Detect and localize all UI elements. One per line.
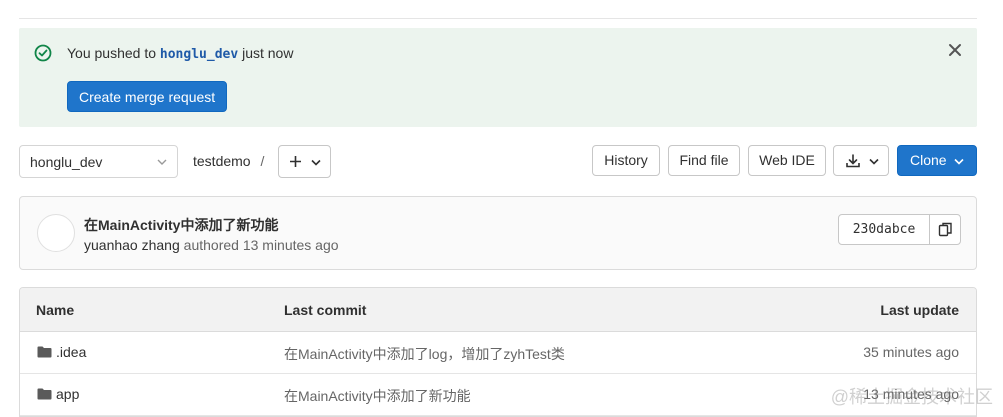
- plus-icon: [290, 156, 301, 167]
- column-last-update: Last update: [880, 302, 959, 318]
- commit-time: authored 13 minutes ago: [179, 237, 339, 253]
- commit-sha[interactable]: 230dabce: [838, 214, 930, 245]
- commit-message[interactable]: 在MainActivity中添加了新功能: [284, 386, 471, 406]
- create-merge-request-button[interactable]: Create merge request: [67, 81, 228, 112]
- top-divider: [19, 0, 977, 19]
- check-circle-icon: [34, 44, 52, 62]
- commit-meta: yuanhao zhang authored 13 minutes ago: [84, 237, 339, 253]
- folder-icon: [37, 346, 52, 358]
- breadcrumb: testdemo /: [193, 153, 264, 169]
- add-dropdown-button[interactable]: [278, 145, 331, 178]
- clone-label: Clone: [910, 152, 947, 168]
- commit-author[interactable]: yuanhao zhang: [84, 237, 180, 253]
- watermark: @稀土掘金技术社区: [830, 387, 993, 407]
- alert-branch-link[interactable]: honglu_dev: [160, 47, 238, 62]
- table-row[interactable]: .idea 在MainActivity中添加了log，增加了zyhTest类 3…: [20, 332, 976, 374]
- web-ide-button[interactable]: Web IDE: [748, 145, 826, 176]
- alert-prefix: You pushed to: [67, 45, 160, 61]
- breadcrumb-project[interactable]: testdemo: [193, 153, 251, 169]
- file-name[interactable]: .idea: [56, 344, 86, 360]
- commit-message[interactable]: 在MainActivity中添加了log，增加了zyhTest类: [284, 344, 565, 364]
- chevron-down-icon: [311, 159, 321, 166]
- copy-sha-button[interactable]: [929, 214, 961, 245]
- push-alert: You pushed to honglu_dev just now Create…: [19, 28, 977, 127]
- download-dropdown-button[interactable]: [833, 145, 889, 176]
- last-update: 35 minutes ago: [863, 344, 959, 360]
- column-last-commit: Last commit: [284, 302, 367, 318]
- history-button[interactable]: History: [592, 145, 660, 176]
- chevron-down-icon: [157, 159, 167, 165]
- alert-message: You pushed to honglu_dev just now: [67, 45, 293, 62]
- column-name: Name: [36, 302, 75, 318]
- commit-title[interactable]: 在MainActivity中添加了新功能: [84, 215, 278, 235]
- avatar[interactable]: [37, 214, 75, 252]
- find-file-button[interactable]: Find file: [668, 145, 740, 176]
- chevron-down-icon: [954, 158, 964, 165]
- clone-dropdown-button[interactable]: Clone: [897, 145, 977, 176]
- branch-selector-label: honglu_dev: [30, 154, 103, 170]
- table-header: Name Last commit Last update: [20, 288, 976, 332]
- folder-icon: [37, 388, 52, 400]
- branch-selector[interactable]: honglu_dev: [19, 145, 178, 178]
- last-commit-panel: 在MainActivity中添加了新功能 yuanhao zhang autho…: [19, 196, 977, 270]
- copy-icon: [938, 222, 952, 237]
- close-icon[interactable]: [948, 43, 962, 57]
- chevron-down-icon: [869, 158, 879, 165]
- alert-suffix: just now: [238, 45, 294, 61]
- download-icon: [846, 154, 860, 168]
- file-name[interactable]: app: [56, 386, 79, 402]
- breadcrumb-separator: /: [260, 153, 265, 169]
